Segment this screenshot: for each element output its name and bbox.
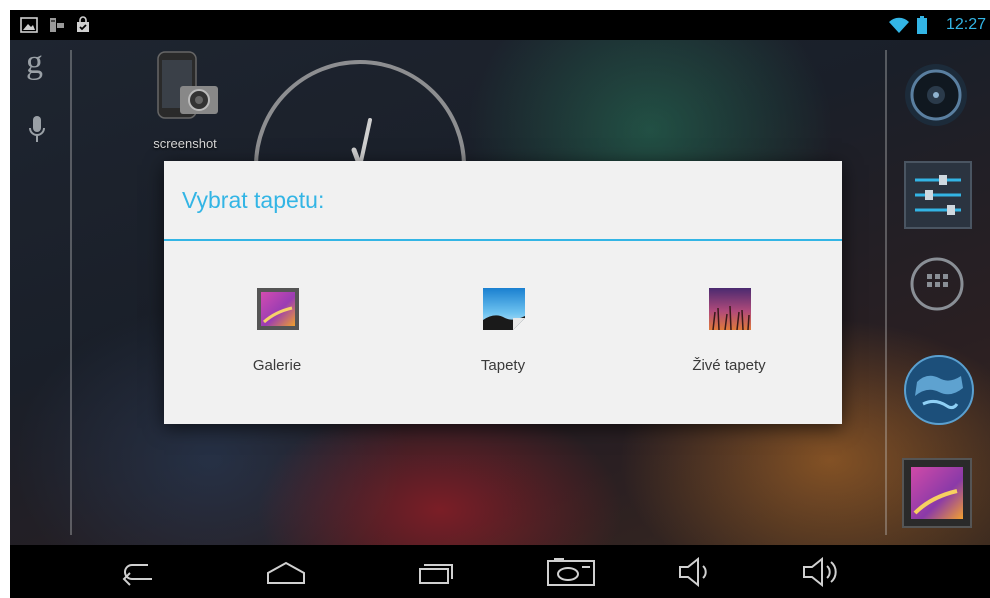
microphone-icon[interactable] bbox=[28, 114, 46, 146]
navigation-bar bbox=[10, 545, 990, 598]
status-bar: 12:27 bbox=[10, 10, 990, 40]
search-divider bbox=[70, 50, 72, 535]
settings-app-icon[interactable] bbox=[903, 160, 973, 230]
dialog-title: Vybrat tapetu: bbox=[182, 187, 325, 213]
home-button[interactable] bbox=[264, 557, 308, 587]
recents-button[interactable] bbox=[414, 557, 454, 587]
option-label: Tapety bbox=[480, 357, 526, 374]
gallery-app-icon[interactable] bbox=[901, 457, 973, 529]
dock-divider bbox=[885, 50, 887, 535]
volume-down-button[interactable] bbox=[676, 557, 716, 587]
option-wallpapers[interactable]: Tapety bbox=[390, 241, 616, 424]
usb-debug-icon bbox=[50, 18, 64, 32]
battery-icon bbox=[917, 16, 927, 34]
option-label: Živé tapety bbox=[692, 357, 766, 374]
option-label: Galerie bbox=[252, 357, 302, 374]
browser-app-icon[interactable] bbox=[903, 354, 975, 426]
option-live-wallpapers[interactable]: Živé tapety bbox=[616, 241, 842, 424]
wallpapers-icon bbox=[483, 288, 525, 330]
gallery-icon bbox=[257, 288, 299, 330]
volume-up-button[interactable] bbox=[800, 557, 846, 587]
choose-wallpaper-dialog: Vybrat tapetu: Galerie Tapety Živé tapet… bbox=[164, 161, 842, 424]
google-search-icon[interactable]: g bbox=[26, 46, 43, 80]
option-gallery[interactable]: Galerie bbox=[164, 241, 390, 424]
image-notification-icon bbox=[20, 17, 38, 33]
music-app-icon[interactable] bbox=[903, 62, 969, 128]
store-update-icon bbox=[77, 16, 89, 32]
shortcut-label: screenshot bbox=[153, 136, 217, 151]
live-wallpapers-icon bbox=[709, 288, 751, 330]
screenshot-button[interactable] bbox=[546, 557, 596, 587]
phone-camera-icon bbox=[157, 51, 218, 119]
back-button[interactable] bbox=[118, 557, 158, 587]
wifi-icon bbox=[889, 17, 909, 33]
clock-time: 12:27 bbox=[945, 16, 986, 33]
android-screen: 12:27 g screenshot Vybrat tapetu: Galeri… bbox=[10, 10, 990, 598]
all-apps-icon[interactable] bbox=[909, 256, 965, 312]
